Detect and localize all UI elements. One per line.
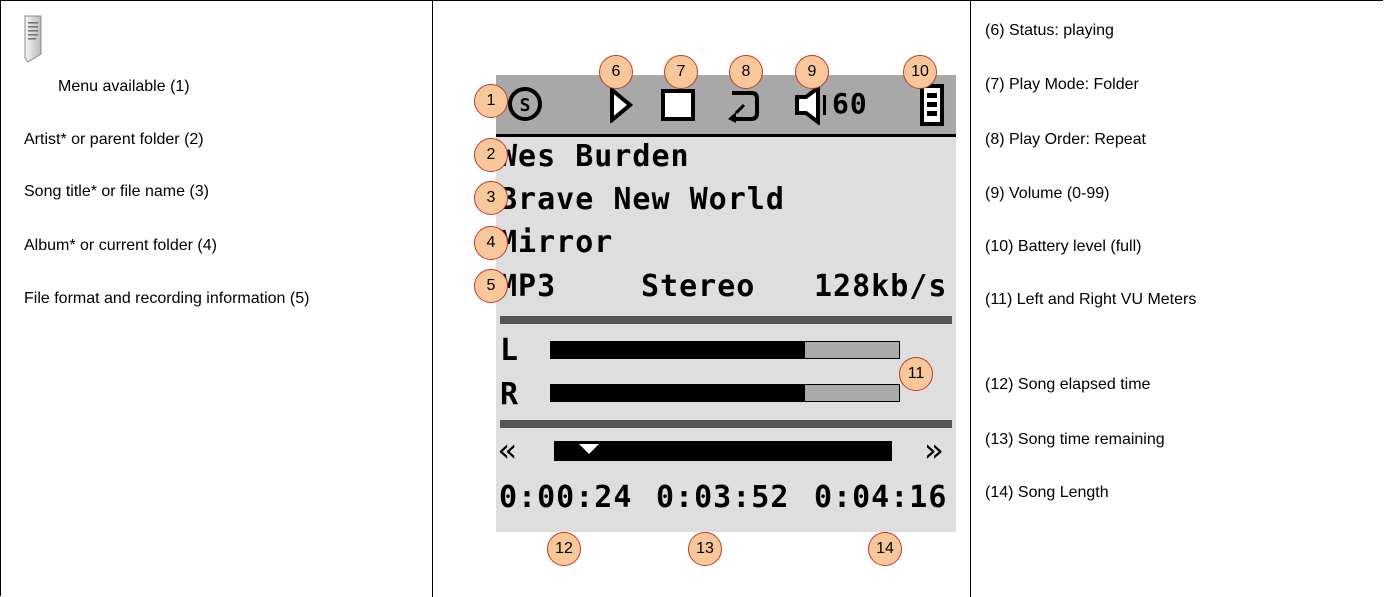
- label-status: (6) Status: playing: [985, 22, 1114, 39]
- callout-2: 2: [474, 138, 508, 172]
- callout-14: 14: [868, 532, 902, 566]
- label-artist: Artist* or parent folder (2): [24, 131, 204, 148]
- forward-icon[interactable]: »: [924, 431, 944, 469]
- callout-6: 6: [599, 55, 633, 89]
- artist-text: Wes Burden: [499, 139, 690, 174]
- album-text: Mirror: [499, 225, 614, 260]
- callout-10: 10: [903, 55, 937, 89]
- callout-11: 11: [899, 357, 933, 391]
- label-file-format: File format and recording information (5…: [24, 290, 310, 307]
- device-screen: S 60 Wes Burden Brave New World Mirror M…: [496, 75, 956, 532]
- status-separator: [496, 134, 956, 137]
- vu-left-label: L: [500, 333, 520, 368]
- callout-12: 12: [547, 532, 581, 566]
- elapsed-time: 0:00:24: [499, 480, 633, 515]
- column-divider-2: [970, 0, 971, 597]
- callout-4: 4: [474, 226, 508, 260]
- vu-bottom-separator: [500, 420, 952, 428]
- repeat-icon: [728, 91, 759, 123]
- label-vu-meters: (11) Left and Right VU Meters: [985, 291, 1197, 308]
- vu-left-meter: [550, 341, 900, 359]
- label-play-order: (8) Play Order: Repeat: [985, 131, 1146, 148]
- vu-left-fill: [551, 342, 806, 358]
- callout-3: 3: [474, 181, 508, 215]
- column-divider-1: [432, 0, 433, 597]
- label-elapsed: (12) Song elapsed time: [985, 376, 1151, 393]
- song-length: 0:04:16: [814, 480, 948, 515]
- volume-readout: 60: [832, 87, 868, 120]
- seek-bar[interactable]: [554, 441, 892, 461]
- svg-text:S: S: [520, 95, 531, 116]
- rewind-icon[interactable]: «: [498, 431, 518, 469]
- speaker-icon: [795, 85, 826, 125]
- label-volume: (9) Volume (0-99): [985, 185, 1110, 202]
- callout-1: 1: [474, 84, 508, 118]
- battery-icon: [920, 84, 944, 126]
- vu-right-label: R: [500, 377, 520, 412]
- folder-mode-icon: [661, 89, 695, 121]
- play-icon: [610, 87, 633, 123]
- label-battery: (10) Battery level (full): [985, 238, 1142, 255]
- label-menu-available: Menu available (1): [58, 78, 190, 95]
- remaining-time: 0:03:52: [656, 480, 790, 515]
- label-song-title: Song title* or file name (3): [24, 183, 209, 200]
- callout-8: 8: [729, 55, 763, 89]
- scroll-mode-icon: S: [508, 87, 542, 121]
- song-title-text: Brave New World: [499, 182, 785, 217]
- seek-position-marker[interactable]: [578, 444, 599, 456]
- callout-7: 7: [664, 55, 698, 89]
- callout-5: 5: [474, 269, 508, 303]
- vu-top-separator: [500, 316, 952, 324]
- label-length: (14) Song Length: [985, 484, 1109, 501]
- callout-9: 9: [795, 55, 829, 89]
- label-album: Album* or current folder (4): [24, 237, 217, 254]
- callout-13: 13: [688, 532, 722, 566]
- menu-page-icon: [24, 15, 42, 63]
- channels-text: Stereo: [641, 269, 756, 304]
- vu-right-fill: [551, 385, 806, 401]
- label-remaining: (13) Song time remaining: [985, 431, 1165, 448]
- vu-right-meter: [550, 384, 900, 402]
- label-play-mode: (7) Play Mode: Folder: [985, 76, 1139, 93]
- bitrate-text: 128kb/s: [814, 269, 948, 304]
